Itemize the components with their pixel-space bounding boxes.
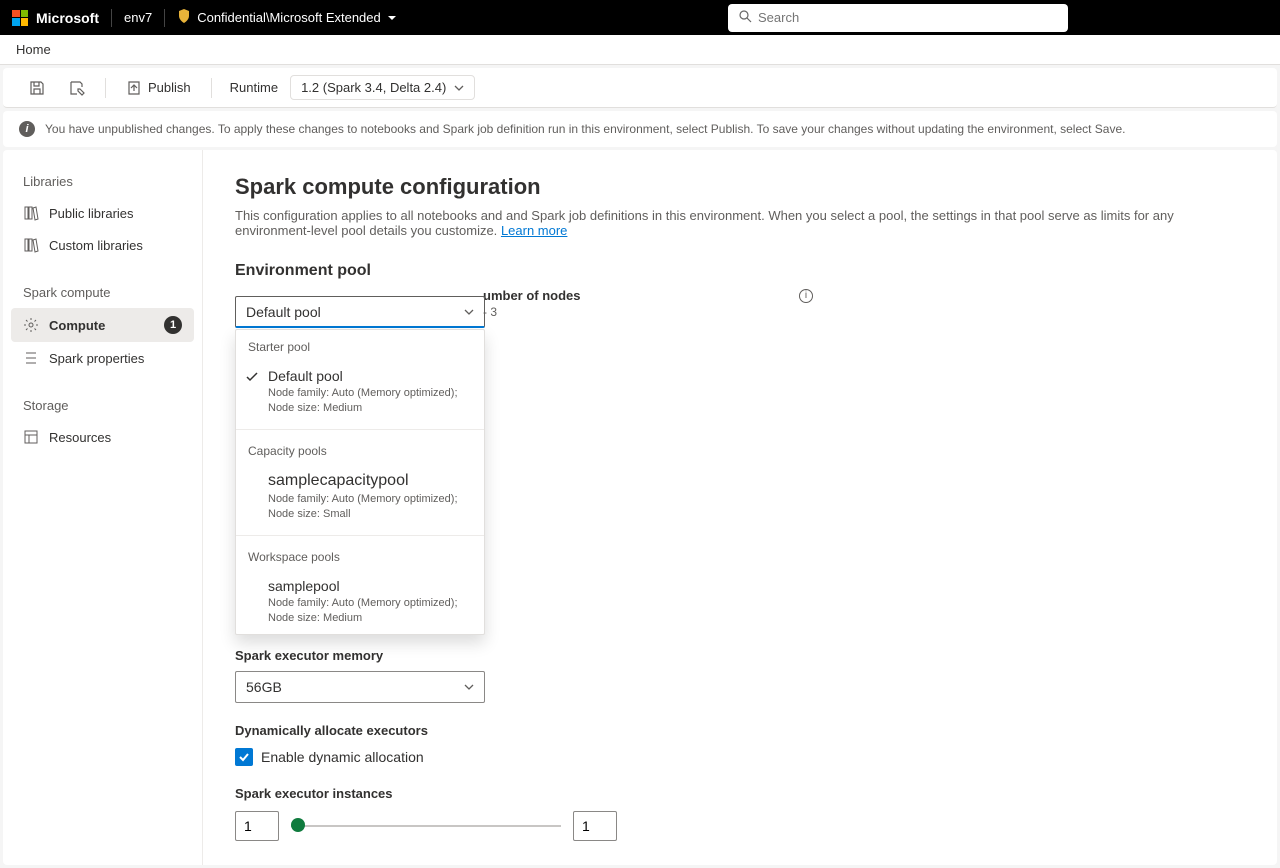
sidebar-item-public-libraries[interactable]: Public libraries <box>11 197 194 229</box>
library-icon <box>23 237 39 253</box>
option-name: Default pool <box>268 368 472 384</box>
info-banner: i You have unpublished changes. To apply… <box>3 111 1277 147</box>
slider-track <box>291 825 561 827</box>
node-count-value-partial: - 3 <box>483 305 813 319</box>
instances-min-input[interactable] <box>235 811 279 841</box>
environment-pool-title: Environment pool <box>235 262 1245 280</box>
dropdown-field[interactable]: Default pool <box>235 296 485 328</box>
divider <box>111 9 112 27</box>
executor-instances-label: Spark executor instances <box>235 786 1245 801</box>
sidebar-item-label: Spark properties <box>49 351 144 366</box>
executor-instances-row <box>235 811 1245 841</box>
search-box[interactable] <box>728 4 1068 32</box>
environment-name[interactable]: env7 <box>124 10 152 25</box>
sidebar-item-compute[interactable]: Compute 1 <box>11 308 194 342</box>
runtime-label: Runtime <box>222 80 286 95</box>
dropdown-selected: Default pool <box>246 304 321 320</box>
slider-thumb[interactable] <box>291 818 305 832</box>
executor-memory-value: 56GB <box>246 679 282 695</box>
dropdown-group-workspace: Workspace pools <box>236 540 484 570</box>
list-icon <box>23 350 39 366</box>
chevron-down-icon <box>464 682 474 692</box>
divider <box>236 429 484 430</box>
dropdown-option-samplecapacitypool[interactable]: samplecapacitypool Node family: Auto (Me… <box>236 464 484 531</box>
dropdown-menu: Starter pool Default pool Node family: A… <box>235 329 485 635</box>
executor-memory-label: Spark executor memory <box>235 648 1245 663</box>
runtime-dropdown[interactable]: 1.2 (Spark 3.4, Delta 2.4) <box>290 75 475 100</box>
publish-icon <box>126 80 142 96</box>
save-as-button[interactable] <box>59 74 95 102</box>
save-icon <box>29 80 45 96</box>
banner-text: You have unpublished changes. To apply t… <box>45 122 1126 136</box>
option-name: samplepool <box>268 578 472 594</box>
main-container: Libraries Public libraries Custom librar… <box>3 150 1277 865</box>
sidebar-item-resources[interactable]: Resources <box>11 421 194 453</box>
sensitivity-text: Confidential\Microsoft Extended <box>197 10 381 25</box>
microsoft-logo[interactable]: Microsoft <box>12 10 99 26</box>
breadcrumb-bar: Home <box>0 35 1280 65</box>
checkmark-icon <box>246 370 258 386</box>
publish-button[interactable]: Publish <box>116 74 201 102</box>
chevron-down-icon <box>387 13 397 23</box>
dynamic-allocation-checkbox-row[interactable]: Enable dynamic allocation <box>235 748 1245 766</box>
compute-badge: 1 <box>164 316 182 334</box>
runtime-value: 1.2 (Spark 3.4, Delta 2.4) <box>301 80 446 95</box>
option-description: Node family: Auto (Memory optimized); No… <box>268 596 472 627</box>
dropdown-group-starter: Starter pool <box>236 330 484 360</box>
sidebar-item-label: Custom libraries <box>49 238 143 253</box>
dropdown-group-capacity: Capacity pools <box>236 434 484 464</box>
home-breadcrumb[interactable]: Home <box>16 42 51 57</box>
sidebar-item-label: Compute <box>49 318 105 333</box>
executor-memory-select[interactable]: 56GB <box>235 671 485 703</box>
publish-label: Publish <box>148 80 191 95</box>
checkbox-checked-icon[interactable] <box>235 748 253 766</box>
save-button[interactable] <box>19 74 55 102</box>
node-count-card-partial: umber of nodes i - 3 <box>483 288 813 319</box>
divider <box>164 9 165 27</box>
search-input[interactable] <box>758 10 1058 25</box>
chevron-down-icon <box>454 83 464 93</box>
learn-more-link[interactable]: Learn more <box>501 223 567 238</box>
option-description: Node family: Auto (Memory optimized); No… <box>268 386 472 417</box>
resources-icon <box>23 429 39 445</box>
sidebar-group-spark-compute: Spark compute <box>11 277 194 308</box>
toolbar: Publish Runtime 1.2 (Spark 3.4, Delta 2.… <box>3 68 1277 108</box>
content-area: Spark compute configuration This configu… <box>203 150 1277 865</box>
page-title: Spark compute configuration <box>235 174 1245 200</box>
checkbox-label: Enable dynamic allocation <box>261 749 424 765</box>
shield-icon <box>177 9 191 26</box>
instances-slider[interactable] <box>291 823 561 829</box>
info-icon: i <box>19 121 35 137</box>
sidebar-item-spark-properties[interactable]: Spark properties <box>11 342 194 374</box>
environment-pool-dropdown[interactable]: Default pool Starter pool Default pool N… <box>235 296 485 328</box>
library-icon <box>23 205 39 221</box>
sidebar-group-libraries: Libraries <box>11 166 194 197</box>
option-name: samplecapacitypool <box>268 472 472 490</box>
sidebar-item-label: Public libraries <box>49 206 134 221</box>
save-as-icon <box>69 80 85 96</box>
instances-max-input[interactable] <box>573 811 617 841</box>
sidebar-item-custom-libraries[interactable]: Custom libraries <box>11 229 194 261</box>
option-description: Node family: Auto (Memory optimized); No… <box>268 492 472 523</box>
chevron-down-icon <box>464 307 474 317</box>
dropdown-option-default-pool[interactable]: Default pool Node family: Auto (Memory o… <box>236 360 484 425</box>
separator <box>211 78 212 98</box>
sidebar-group-storage: Storage <box>11 390 194 421</box>
sidebar: Libraries Public libraries Custom librar… <box>3 150 203 865</box>
top-bar: Microsoft env7 Confidential\Microsoft Ex… <box>0 0 1280 35</box>
sensitivity-label[interactable]: Confidential\Microsoft Extended <box>177 9 397 26</box>
info-icon[interactable]: i <box>799 289 813 303</box>
divider <box>236 535 484 536</box>
microsoft-logo-icon <box>12 10 28 26</box>
dropdown-option-samplepool[interactable]: samplepool Node family: Auto (Memory opt… <box>236 570 484 635</box>
sidebar-item-label: Resources <box>49 430 111 445</box>
brand-text: Microsoft <box>36 10 99 26</box>
node-count-label-partial: umber of nodes <box>483 288 581 303</box>
search-icon <box>738 9 752 26</box>
dynamic-allocation-label: Dynamically allocate executors <box>235 723 1245 738</box>
gear-icon <box>23 317 39 333</box>
page-description: This configuration applies to all notebo… <box>235 208 1245 238</box>
separator <box>105 78 106 98</box>
